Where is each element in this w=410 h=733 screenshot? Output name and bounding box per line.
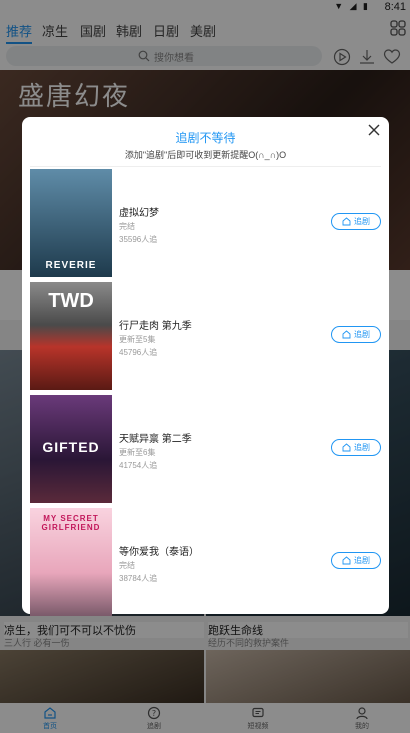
house-icon (342, 330, 351, 339)
follow-button[interactable]: 追剧 (331, 213, 381, 230)
poster-title: REVERIE (45, 260, 97, 271)
dialog-title: 追剧不等待 (175, 131, 236, 145)
list-item: REVERIE 虚拟幻梦 完结 35596人追 追剧 (30, 169, 381, 277)
item-title: 行尸走肉 第九季 (119, 321, 192, 332)
follow-label: 追剧 (354, 443, 370, 452)
house-icon (342, 217, 351, 226)
list-item: GIFTED 天赋异禀 第二季 更新至6集 41754人追 追剧 (30, 395, 381, 503)
item-followers: 38784人追 (119, 574, 158, 583)
follow-button[interactable]: 追剧 (331, 439, 381, 456)
close-icon[interactable] (367, 123, 381, 137)
poster-title: TWD (48, 290, 94, 312)
dialog-subtitle: 添加"追剧"后即可收到更新提醒O(∩_∩)O (124, 150, 287, 160)
poster-title: GIFTED (42, 439, 100, 455)
item-status: 更新至5集 (119, 335, 156, 344)
item-status: 更新至6集 (119, 448, 156, 457)
item-followers: 41754人追 (119, 461, 158, 470)
poster-image[interactable]: MY SECRET GIRLFRIEND (30, 508, 112, 616)
item-title: 等你爱我（泰语） (119, 547, 199, 558)
item-title: 天赋异禀 第二季 (119, 434, 192, 445)
follow-label: 追剧 (354, 217, 370, 226)
item-title: 虚拟幻梦 (119, 208, 159, 219)
item-followers: 45796人追 (119, 348, 158, 357)
poster-image[interactable]: GIFTED (30, 395, 112, 503)
follow-label: 追剧 (354, 556, 370, 565)
item-status: 完结 (119, 561, 135, 570)
follow-label: 追剧 (354, 330, 370, 339)
house-icon (342, 556, 351, 565)
item-status: 完结 (119, 222, 135, 231)
list-item: TWD 行尸走肉 第九季 更新至5集 45796人追 追剧 (30, 282, 381, 390)
item-followers: 35596人追 (119, 235, 158, 244)
divider (30, 166, 381, 167)
poster-title: MY SECRET GIRLFRIEND (41, 514, 101, 532)
poster-image[interactable]: REVERIE (30, 169, 112, 277)
follow-dialog: 追剧不等待 添加"追剧"后即可收到更新提醒O(∩_∩)O REVERIE 虚拟幻… (22, 117, 389, 616)
house-icon (342, 443, 351, 452)
follow-button[interactable]: 追剧 (331, 326, 381, 343)
poster-image[interactable]: TWD (30, 282, 112, 390)
follow-button[interactable]: 追剧 (331, 552, 381, 569)
list-item: MY SECRET GIRLFRIEND 等你爱我（泰语） 完结 38784人追… (30, 508, 381, 616)
